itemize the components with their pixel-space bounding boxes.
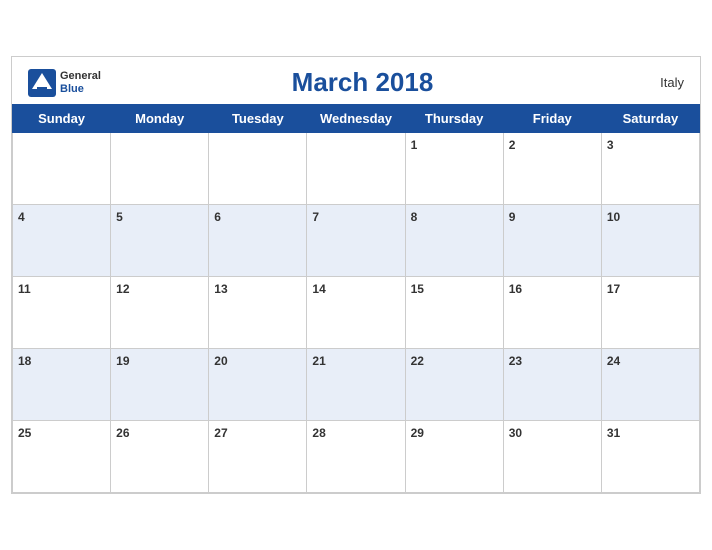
day-number: 26 [116,426,129,440]
calendar-day-cell: 5 [111,205,209,277]
calendar-day-cell: 28 [307,421,405,493]
calendar-day-cell: 24 [601,349,699,421]
calendar-day-cell: 23 [503,349,601,421]
day-number: 17 [607,282,620,296]
day-number: 11 [18,282,31,296]
calendar-day-cell: 11 [13,277,111,349]
calendar-day-cell: 1 [405,133,503,205]
calendar-day-cell: 22 [405,349,503,421]
weekday-header-friday: Friday [503,105,601,133]
day-number: 3 [607,138,614,152]
calendar-day-cell [307,133,405,205]
day-number: 4 [18,210,25,224]
day-number: 16 [509,282,522,296]
calendar-header: General Blue March 2018 Italy [12,57,700,104]
calendar-day-cell: 14 [307,277,405,349]
weekday-header-thursday: Thursday [405,105,503,133]
day-number: 21 [312,354,325,368]
calendar-week-row: 18 19 20 21 22 23 24 [13,349,700,421]
calendar-day-cell: 9 [503,205,601,277]
calendar-day-cell: 7 [307,205,405,277]
day-number: 20 [214,354,227,368]
calendar-day-cell: 4 [13,205,111,277]
calendar-day-cell: 27 [209,421,307,493]
weekday-header-tuesday: Tuesday [209,105,307,133]
calendar-day-cell: 16 [503,277,601,349]
calendar-day-cell: 20 [209,349,307,421]
calendar-day-cell: 21 [307,349,405,421]
calendar-day-cell: 3 [601,133,699,205]
logo-text: General Blue [60,70,101,94]
calendar-day-cell: 6 [209,205,307,277]
day-number: 19 [116,354,129,368]
day-number: 29 [411,426,424,440]
calendar-day-cell: 15 [405,277,503,349]
calendar-day-cell: 8 [405,205,503,277]
day-number: 7 [312,210,319,224]
calendar-week-row: 1 2 3 [13,133,700,205]
calendar-table: SundayMondayTuesdayWednesdayThursdayFrid… [12,104,700,493]
calendar: General Blue March 2018 Italy SundayMond… [11,56,701,494]
day-number: 14 [312,282,325,296]
calendar-day-cell: 19 [111,349,209,421]
calendar-day-cell: 12 [111,277,209,349]
logo-general-text: General [60,70,101,82]
day-number: 6 [214,210,221,224]
country-label: Italy [624,75,684,90]
weekday-header-saturday: Saturday [601,105,699,133]
calendar-day-cell: 2 [503,133,601,205]
day-number: 25 [18,426,31,440]
logo-icon [28,69,56,97]
day-number: 8 [411,210,418,224]
calendar-day-cell: 31 [601,421,699,493]
calendar-title: March 2018 [101,67,624,98]
day-number: 1 [411,138,418,152]
calendar-day-cell: 18 [13,349,111,421]
day-number: 23 [509,354,522,368]
day-number: 5 [116,210,123,224]
day-number: 31 [607,426,620,440]
weekday-header-monday: Monday [111,105,209,133]
calendar-day-cell [209,133,307,205]
day-number: 22 [411,354,424,368]
day-number: 13 [214,282,227,296]
calendar-day-cell: 29 [405,421,503,493]
logo: General Blue [28,69,101,97]
calendar-day-cell: 17 [601,277,699,349]
logo-blue-text: Blue [60,83,101,95]
day-number: 2 [509,138,516,152]
calendar-day-cell [111,133,209,205]
weekday-header-sunday: Sunday [13,105,111,133]
calendar-day-cell [13,133,111,205]
day-number: 27 [214,426,227,440]
day-number: 15 [411,282,424,296]
day-number: 18 [18,354,31,368]
weekday-header-wednesday: Wednesday [307,105,405,133]
calendar-day-cell: 13 [209,277,307,349]
calendar-day-cell: 26 [111,421,209,493]
calendar-day-cell: 10 [601,205,699,277]
day-number: 9 [509,210,516,224]
day-number: 24 [607,354,620,368]
weekday-header-row: SundayMondayTuesdayWednesdayThursdayFrid… [13,105,700,133]
calendar-day-cell: 30 [503,421,601,493]
day-number: 28 [312,426,325,440]
day-number: 30 [509,426,522,440]
day-number: 12 [116,282,129,296]
calendar-day-cell: 25 [13,421,111,493]
calendar-week-row: 4 5 6 7 8 9 10 [13,205,700,277]
day-number: 10 [607,210,620,224]
calendar-week-row: 25 26 27 28 29 30 31 [13,421,700,493]
calendar-week-row: 11 12 13 14 15 16 17 [13,277,700,349]
